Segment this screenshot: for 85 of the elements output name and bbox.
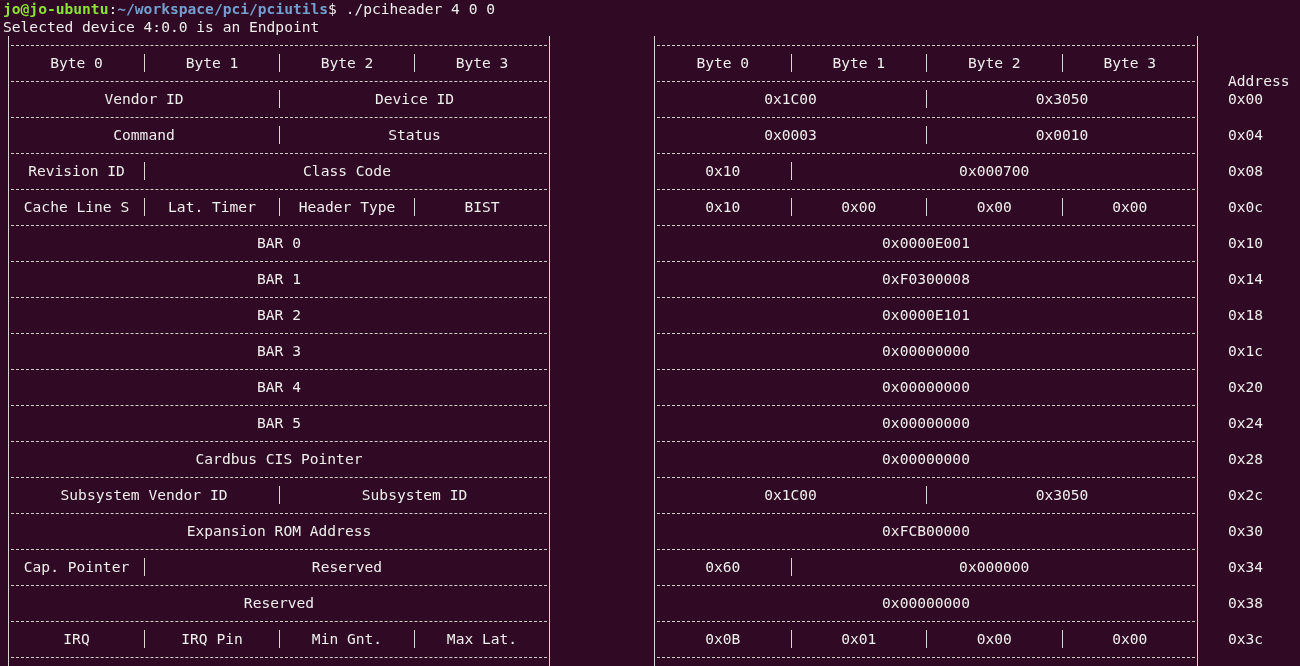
address-value: 0x00 xyxy=(1228,90,1264,108)
address-value: 0x2c xyxy=(1228,486,1264,504)
table-cell: Header Type xyxy=(298,198,396,216)
table-cell: IRQ xyxy=(63,630,90,648)
column-header: Byte 1 xyxy=(185,54,239,72)
table-cell: Subsystem Vendor ID xyxy=(60,486,228,504)
address-value: 0x0c xyxy=(1228,198,1264,216)
address-value: 0x1c xyxy=(1228,342,1264,360)
table-cell: 0x10 xyxy=(705,162,741,180)
table-cell: 0x1C00 xyxy=(764,486,817,504)
table-cell: Lat. Timer xyxy=(168,198,256,216)
table-cell: 0x0000E101 xyxy=(882,306,970,324)
table-cell: BAR 0 xyxy=(257,234,301,252)
table-cell: BIST xyxy=(464,198,500,216)
table-cell: 0x00 xyxy=(1112,198,1148,216)
table-cell: Command xyxy=(113,126,175,144)
address-value: 0x34 xyxy=(1228,558,1264,576)
address-value: 0x3c xyxy=(1228,630,1264,648)
table-cell: 0x3050 xyxy=(1035,90,1089,108)
table-cell: 0x00 xyxy=(976,630,1012,648)
table-cell: BAR 4 xyxy=(257,378,301,396)
table-cell: Revision ID xyxy=(28,162,125,180)
prompt-separator: : xyxy=(108,0,118,17)
table-cell: 0x60 xyxy=(705,558,741,576)
column-header: Address xyxy=(1228,72,1290,90)
table-cell: Class Code xyxy=(303,162,391,180)
table-cell: Max Lat. xyxy=(446,630,518,648)
table-cell: 0x00000000 xyxy=(882,342,970,360)
address-value: 0x28 xyxy=(1228,450,1264,468)
table-cell: IRQ Pin xyxy=(181,630,243,648)
table-cell: BAR 2 xyxy=(257,306,301,324)
table-cell: 0x00000000 xyxy=(882,450,970,468)
table-cell: 0x00000000 xyxy=(882,594,970,612)
table-cell: BAR 1 xyxy=(257,270,301,288)
table-cell: 0x0010 xyxy=(1035,126,1089,144)
table-cell: 0xF0300008 xyxy=(882,270,970,288)
table-cell: 0xFCB00000 xyxy=(882,522,970,540)
table-cell: 0x3050 xyxy=(1035,486,1089,504)
table-cell: 0x00 xyxy=(976,198,1012,216)
address-value: 0x20 xyxy=(1228,378,1264,396)
table-cell: Expansion ROM Address xyxy=(186,522,372,540)
table-cell: 0x0B xyxy=(705,630,741,648)
address-value: 0x08 xyxy=(1228,162,1264,180)
table-cell: Reserved xyxy=(311,558,383,576)
table-cell: Cardbus CIS Pointer xyxy=(195,450,363,468)
address-value: 0x18 xyxy=(1228,306,1264,324)
table-cell: 0x1C00 xyxy=(764,90,817,108)
column-header: Byte 1 xyxy=(832,54,886,72)
table-cell: 0x0000E001 xyxy=(882,234,970,252)
column-header: Byte 0 xyxy=(50,54,103,72)
table-cell: Cache Line S xyxy=(23,198,130,216)
table-cell: Status xyxy=(388,126,441,144)
column-header: Byte 3 xyxy=(455,54,509,72)
address-value: 0x38 xyxy=(1228,594,1264,612)
table-cell: 0x00000000 xyxy=(882,378,970,396)
table-cell: Vendor ID xyxy=(104,90,184,108)
column-header: Byte 0 xyxy=(696,54,750,72)
address-value: 0x24 xyxy=(1228,414,1264,432)
table-cell: Subsystem ID xyxy=(361,486,468,504)
table-cell: BAR 5 xyxy=(257,414,301,432)
column-header: Byte 2 xyxy=(967,54,1021,72)
table-cell: 0x000000 xyxy=(959,558,1030,576)
table-cell: 0x00000000 xyxy=(882,414,970,432)
address-value: 0x04 xyxy=(1228,126,1264,144)
table-cell: 0x00 xyxy=(841,198,877,216)
command-text: ./pciheader 4 0 0 xyxy=(345,0,496,17)
column-header: Byte 2 xyxy=(320,54,374,72)
table-cell: Cap. Pointer xyxy=(23,558,130,576)
address-value: 0x30 xyxy=(1228,522,1264,540)
output-line: Selected device 4:0.0 is an Endpoint xyxy=(3,18,320,35)
prompt-symbol: $ xyxy=(328,0,337,17)
table-cell: 0x000700 xyxy=(959,162,1030,180)
prompt-user-host: jo@jo-ubuntu xyxy=(3,0,109,17)
table-cell: 0x01 xyxy=(841,630,877,648)
table-cell: Min Gnt. xyxy=(311,630,383,648)
table-cell: 0x0003 xyxy=(764,126,817,144)
prompt-path: ~/workspace/pci/pciutils xyxy=(117,0,329,17)
table-cell: 0x00 xyxy=(1112,630,1148,648)
table-cell: Device ID xyxy=(374,90,455,108)
address-value: 0x14 xyxy=(1228,270,1264,288)
table-cell: Reserved xyxy=(243,594,315,612)
table-cell: BAR 3 xyxy=(257,342,301,360)
address-value: 0x10 xyxy=(1228,234,1264,252)
column-header: Byte 3 xyxy=(1103,54,1157,72)
table-cell: 0x10 xyxy=(705,198,741,216)
